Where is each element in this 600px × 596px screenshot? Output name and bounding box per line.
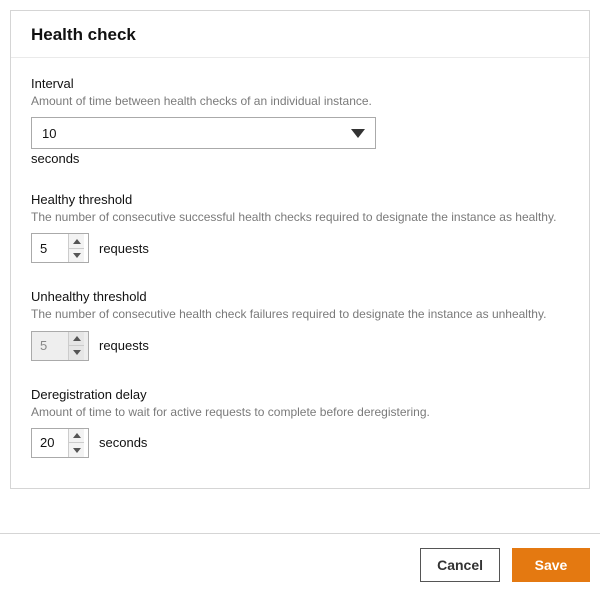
arrow-down-icon (73, 253, 81, 258)
interval-description: Amount of time between health checks of … (31, 93, 569, 109)
unhealthy-threshold-label: Unhealthy threshold (31, 289, 569, 304)
deregistration-delay-increment[interactable] (69, 429, 84, 443)
interval-field: Interval Amount of time between health c… (31, 76, 569, 166)
arrow-up-icon (73, 336, 81, 341)
health-check-panel: Health check Interval Amount of time bet… (10, 10, 590, 489)
deregistration-delay-decrement[interactable] (69, 442, 84, 457)
cancel-button[interactable]: Cancel (420, 548, 500, 582)
unhealthy-threshold-field: Unhealthy threshold The number of consec… (31, 289, 569, 360)
deregistration-delay-label: Deregistration delay (31, 387, 569, 402)
deregistration-delay-field: Deregistration delay Amount of time to w… (31, 387, 569, 458)
deregistration-delay-unit: seconds (99, 435, 147, 450)
unhealthy-threshold-stepper (31, 331, 89, 361)
panel-header: Health check (11, 11, 589, 58)
interval-unit: seconds (31, 151, 569, 166)
arrow-up-icon (73, 433, 81, 438)
arrow-down-icon (73, 448, 81, 453)
unhealthy-threshold-increment (69, 332, 84, 346)
save-button[interactable]: Save (512, 548, 590, 582)
unhealthy-threshold-decrement (69, 345, 84, 360)
interval-label: Interval (31, 76, 569, 91)
deregistration-delay-input[interactable] (32, 429, 68, 457)
footer-actions: Cancel Save (0, 533, 600, 596)
healthy-threshold-input[interactable] (32, 234, 68, 262)
healthy-threshold-stepper[interactable] (31, 233, 89, 263)
interval-select-value: 10 (42, 126, 351, 141)
deregistration-delay-stepper[interactable] (31, 428, 89, 458)
chevron-down-icon (351, 129, 365, 138)
healthy-threshold-label: Healthy threshold (31, 192, 569, 207)
unhealthy-threshold-unit: requests (99, 338, 149, 353)
unhealthy-threshold-description: The number of consecutive health check f… (31, 306, 569, 322)
deregistration-delay-description: Amount of time to wait for active reques… (31, 404, 569, 420)
panel-title: Health check (31, 25, 569, 45)
arrow-down-icon (73, 350, 81, 355)
healthy-threshold-increment[interactable] (69, 234, 84, 248)
healthy-threshold-description: The number of consecutive successful hea… (31, 209, 569, 225)
interval-select[interactable]: 10 (31, 117, 376, 149)
healthy-threshold-decrement[interactable] (69, 248, 84, 263)
arrow-up-icon (73, 239, 81, 244)
unhealthy-threshold-input (32, 332, 68, 360)
healthy-threshold-unit: requests (99, 241, 149, 256)
healthy-threshold-field: Healthy threshold The number of consecut… (31, 192, 569, 263)
